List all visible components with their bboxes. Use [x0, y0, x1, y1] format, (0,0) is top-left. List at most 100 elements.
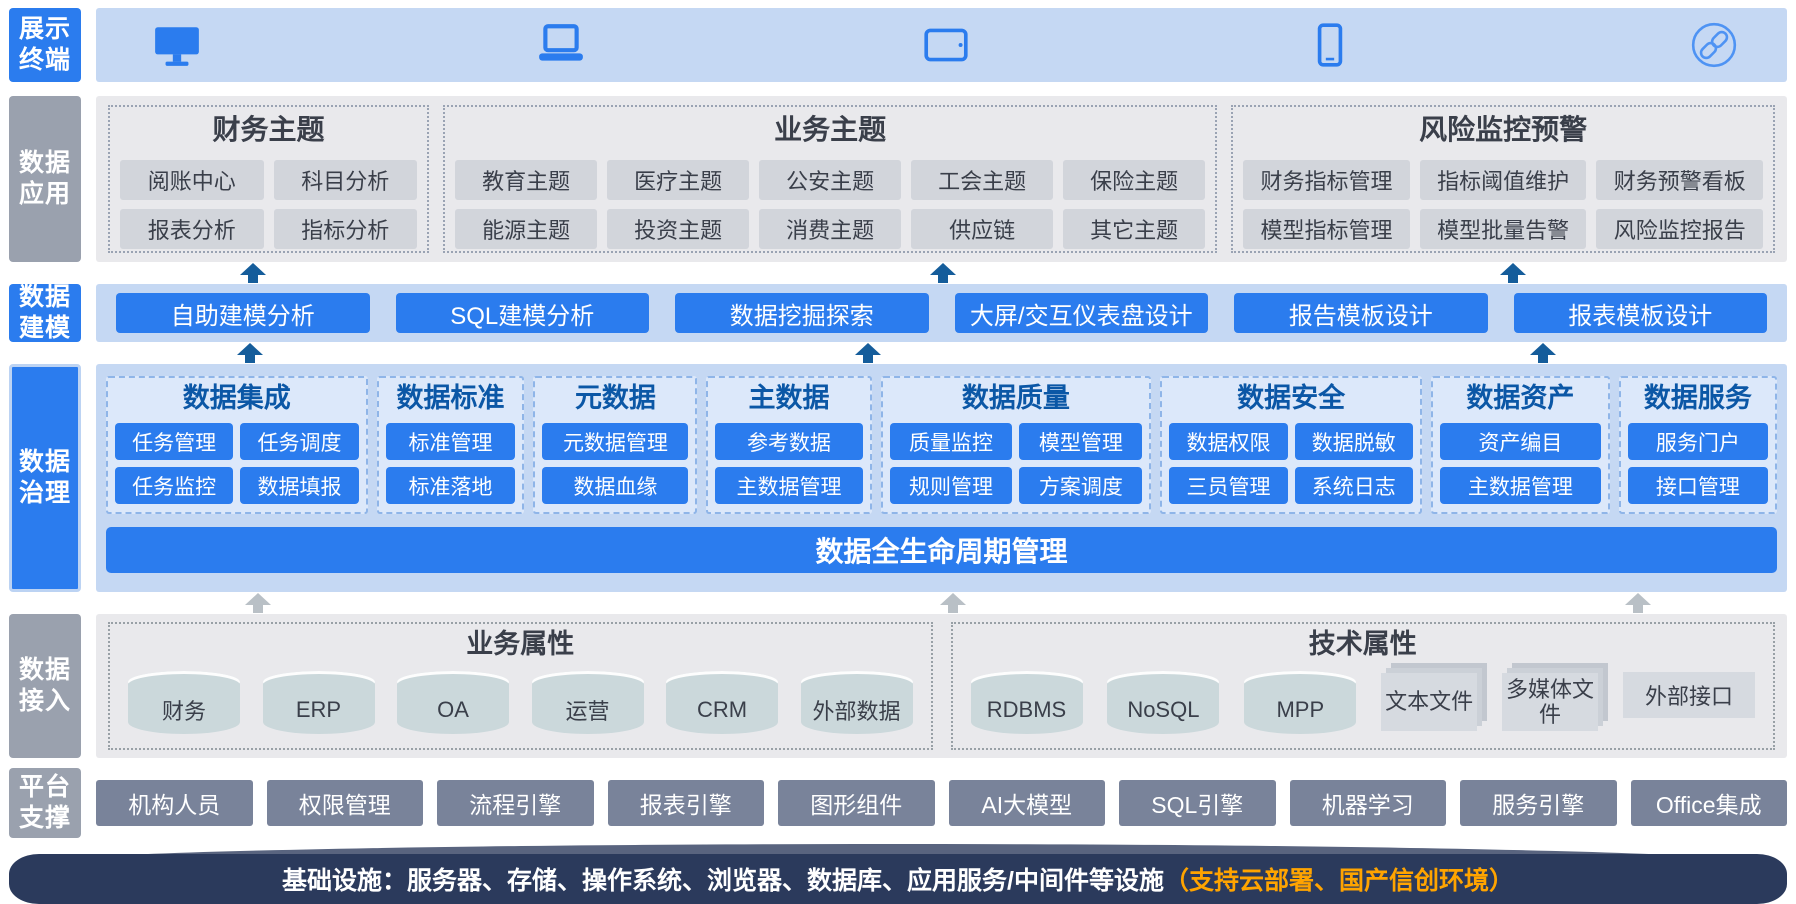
button-row: 任务管理任务调度 — [115, 423, 359, 460]
source-label: CRM — [697, 697, 747, 723]
button-row: 教育主题医疗主题公安主题工会主题保险主题 — [455, 160, 1205, 200]
modeling-button[interactable]: 大屏/交互仪表盘设计 — [955, 293, 1209, 333]
governance-button[interactable]: 主数据管理 — [715, 467, 862, 504]
app-item-button[interactable]: 财务指标管理 — [1243, 160, 1410, 200]
database-cylinder: NoSQL — [1107, 682, 1219, 734]
governance-button[interactable]: 标准管理 — [386, 423, 516, 460]
governance-button[interactable]: 参考数据 — [715, 423, 862, 460]
platform-button[interactable]: Office集成 — [1631, 780, 1788, 826]
governance-button[interactable]: 质量监控 — [890, 423, 1013, 460]
lifecycle-bar[interactable]: 数据全生命周期管理 — [106, 527, 1777, 573]
band-label-terminal: 展示 终端 — [9, 8, 81, 82]
modeling-button[interactable]: SQL建模分析 — [396, 293, 650, 333]
governance-column: 数据质量质量监控模型管理规则管理方案调度 — [881, 376, 1152, 514]
source-group: 技术属性RDBMSNoSQLMPP文本文件多媒体文件外部接口 — [951, 622, 1776, 750]
modeling-button[interactable]: 报告模板设计 — [1234, 293, 1488, 333]
platform-button[interactable]: 服务引擎 — [1460, 780, 1617, 826]
app-item-button[interactable]: 教育主题 — [455, 160, 597, 200]
platform-button[interactable]: SQL引擎 — [1119, 780, 1276, 826]
app-item-button[interactable]: 财务预警看板 — [1596, 160, 1763, 200]
app-item-button[interactable]: 其它主题 — [1063, 209, 1205, 249]
arrow-up-icon — [930, 263, 956, 283]
platform-strip: 机构人员权限管理流程引擎报表引擎图形组件 AI大模型 SQL引擎机器学习服务引擎 Of… — [96, 768, 1787, 838]
app-item-button[interactable]: 风险监控报告 — [1596, 209, 1763, 249]
modeling-strip: 自助建模分析 SQL建模分析数据挖掘探索大屏/交互仪表盘设计报告模板设计报表模板设… — [96, 284, 1787, 342]
app-item-button[interactable]: 指标阈值维护 — [1420, 160, 1587, 200]
governance-button[interactable]: 数据填报 — [240, 467, 358, 504]
app-item-button[interactable]: 模型指标管理 — [1243, 209, 1410, 249]
infrastructure-bar-body: 基础设施：服务器、存储、操作系统、浏览器、数据库、应用服务/中间件等设施（支持云… — [9, 854, 1787, 904]
governance-button[interactable]: 标准落地 — [386, 467, 516, 504]
platform-button[interactable]: 图形组件 — [778, 780, 935, 826]
database-cylinder: RDBMS — [971, 682, 1083, 734]
governance-button[interactable]: 数据权限 — [1169, 423, 1287, 460]
application-strip: 财务主题阅账中心科目分析报表分析指标分析业务主题教育主题医疗主题公安主题工会主题… — [96, 96, 1787, 262]
governance-button[interactable]: 主数据管理 — [1440, 467, 1601, 504]
governance-button[interactable]: 规则管理 — [890, 467, 1013, 504]
source-label: MPP — [1276, 697, 1324, 723]
governance-button[interactable]: 系统日志 — [1295, 467, 1413, 504]
database-cylinder: 外部数据 — [801, 682, 913, 734]
governance-column-title: 数据标准 — [386, 380, 516, 416]
platform-button[interactable]: 机器学习 — [1290, 780, 1447, 826]
app-item-button[interactable]: 科目分析 — [274, 160, 418, 200]
governance-button[interactable]: 数据血缘 — [542, 467, 688, 504]
band-label-line: 数据 — [19, 447, 71, 478]
governance-button[interactable]: 任务管理 — [115, 423, 233, 460]
modeling-button[interactable]: 自助建模分析 — [116, 293, 370, 333]
button-row: 主数据管理 — [715, 467, 862, 504]
app-item-button[interactable]: 能源主题 — [455, 209, 597, 249]
arrow-up-icon — [1530, 343, 1556, 363]
file-stack: 文本文件 — [1381, 673, 1477, 731]
app-item-button[interactable]: 工会主题 — [911, 160, 1053, 200]
governance-column: 数据服务服务门户接口管理 — [1619, 376, 1777, 514]
arrow-up-icon — [245, 593, 271, 613]
app-item-button[interactable]: 阅账中心 — [120, 160, 264, 200]
platform-button[interactable]: 权限管理 — [267, 780, 424, 826]
governance-button[interactable]: 接口管理 — [1628, 467, 1768, 504]
button-row: 数据权限数据脱敏 — [1169, 423, 1413, 460]
governance-button[interactable]: 资产编目 — [1440, 423, 1601, 460]
governance-column-title: 数据安全 — [1169, 380, 1413, 416]
app-item-button[interactable]: 报表分析 — [120, 209, 264, 249]
app-item-button[interactable]: 医疗主题 — [607, 160, 749, 200]
app-item-button[interactable]: 公安主题 — [759, 160, 901, 200]
link-circle-icon — [1689, 20, 1739, 70]
arrow-up-icon — [940, 593, 966, 613]
governance-button[interactable]: 三员管理 — [1169, 467, 1287, 504]
governance-button[interactable]: 方案调度 — [1019, 467, 1142, 504]
arrow-row-governance — [0, 592, 1796, 614]
governance-button[interactable]: 元数据管理 — [542, 423, 688, 460]
platform-button[interactable]: 机构人员 — [96, 780, 253, 826]
band-platform: 平台 支撑 机构人员权限管理流程引擎报表引擎图形组件 AI大模型 SQL引擎机器学习… — [9, 768, 1787, 838]
app-item-button[interactable]: 模型批量告警 — [1420, 209, 1587, 249]
platform-button[interactable]: AI大模型 — [949, 780, 1106, 826]
governance-button[interactable]: 数据脱敏 — [1295, 423, 1413, 460]
platform-button[interactable]: 报表引擎 — [608, 780, 765, 826]
band-label-platform: 平台 支撑 — [9, 768, 81, 838]
arrow-row-app — [0, 262, 1796, 284]
theme-group: 风险监控预警财务指标管理指标阈值维护财务预警看板模型指标管理模型批量告警风险监控… — [1231, 105, 1775, 253]
governance-button[interactable]: 任务调度 — [240, 423, 358, 460]
band-label-line: 治理 — [19, 478, 71, 509]
app-item-button[interactable]: 供应链 — [911, 209, 1053, 249]
modeling-button[interactable]: 数据挖掘探索 — [675, 293, 929, 333]
governance-button[interactable]: 模型管理 — [1019, 423, 1142, 460]
governance-column-title: 数据质量 — [890, 380, 1143, 416]
band-label-line: 数据 — [19, 148, 71, 179]
smartphone-icon — [1305, 20, 1355, 70]
button-row: 财务指标管理指标阈值维护财务预警看板 — [1243, 160, 1763, 200]
app-item-button[interactable]: 指标分析 — [274, 209, 418, 249]
governance-column: 元数据元数据管理数据血缘 — [533, 376, 697, 514]
governance-column-title: 数据集成 — [115, 380, 359, 416]
modeling-button[interactable]: 报表模板设计 — [1514, 293, 1768, 333]
platform-button[interactable]: 流程引擎 — [437, 780, 594, 826]
governance-button[interactable]: 任务监控 — [115, 467, 233, 504]
governance-button[interactable]: 服务门户 — [1628, 423, 1768, 460]
source-box: 外部接口 — [1623, 672, 1755, 718]
app-item-button[interactable]: 保险主题 — [1063, 160, 1205, 200]
button-row: 规则管理方案调度 — [890, 467, 1143, 504]
app-item-button[interactable]: 消费主题 — [759, 209, 901, 249]
app-item-button[interactable]: 投资主题 — [607, 209, 749, 249]
database-cylinder: 财务 — [128, 682, 240, 734]
